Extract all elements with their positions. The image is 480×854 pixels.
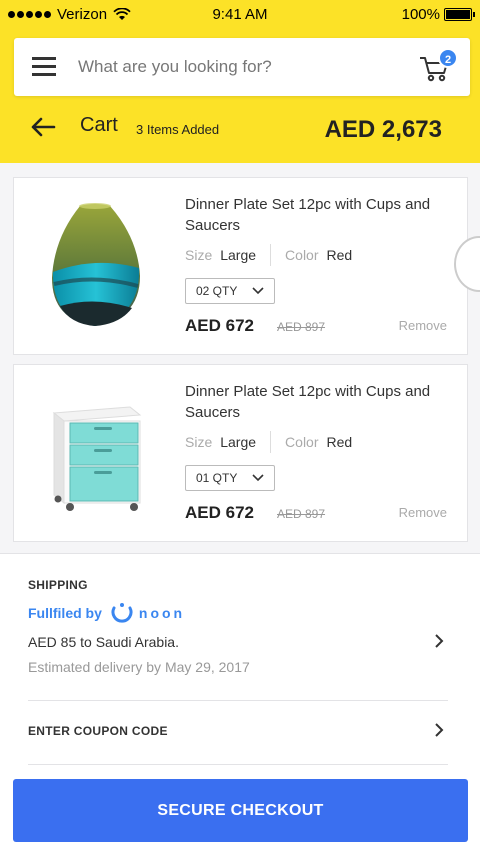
noon-wordmark: noon — [138, 605, 186, 621]
shipping-heading: SHIPPING — [28, 578, 88, 592]
cart-item: Dinner Plate Set 12pc with Cups and Sauc… — [13, 364, 468, 542]
back-arrow-icon[interactable] — [30, 116, 56, 138]
product-attributes: Size Large Color Red — [185, 244, 352, 266]
product-title[interactable]: Dinner Plate Set 12pc with Cups and Sauc… — [185, 194, 447, 236]
attribute-divider — [270, 244, 272, 266]
cart-count-badge: 2 — [438, 48, 458, 68]
color-label: Color — [285, 434, 319, 450]
product-price: AED 672 — [185, 503, 254, 522]
remove-button[interactable]: Remove — [399, 505, 447, 520]
quantity-select[interactable]: 01 QTY — [185, 465, 275, 491]
remove-button[interactable]: Remove — [399, 318, 447, 333]
shipping-price: AED 85 to Saudi Arabia. — [28, 634, 179, 650]
battery-status: 100% — [401, 6, 475, 23]
divider — [28, 764, 448, 765]
items-added-count: 3 Items Added — [136, 122, 220, 137]
divider — [28, 700, 448, 701]
chevron-down-icon — [252, 474, 264, 482]
fulfilled-by-label: Fullfiled by — [28, 605, 102, 621]
battery-percent: 100% — [401, 6, 440, 23]
chevron-down-icon — [252, 287, 264, 295]
quantity-select[interactable]: 02 QTY — [185, 278, 275, 304]
menu-icon[interactable] — [32, 57, 56, 76]
size-label: Size — [185, 247, 213, 263]
product-title[interactable]: Dinner Plate Set 12pc with Cups and Sauc… — [185, 381, 447, 423]
chevron-right-icon[interactable] — [434, 722, 444, 738]
quantity-value: 01 QTY — [196, 471, 238, 485]
cart-total: AED 2,673 — [324, 116, 442, 143]
product-old-price: AED 897 — [277, 507, 326, 521]
page-title: Cart — [80, 114, 118, 136]
status-bar: Verizon 9:41 AM 100% — [0, 0, 480, 30]
size-label: Size — [185, 434, 213, 450]
search-bar: 2 — [14, 38, 470, 96]
header: 2 Cart 3 Items Added AED 2,673 — [0, 30, 480, 163]
product-attributes: Size Large Color Red — [185, 431, 352, 453]
battery-icon — [444, 8, 475, 21]
size-value: Large — [220, 247, 257, 263]
product-price: AED 672 — [185, 316, 254, 335]
cart-item: Dinner Plate Set 12pc with Cups and Sauc… — [13, 177, 468, 355]
coupon-code-link[interactable]: ENTER COUPON CODE — [28, 724, 168, 738]
quantity-value: 02 QTY — [196, 284, 238, 298]
chevron-right-icon[interactable] — [434, 633, 444, 649]
search-input[interactable] — [78, 50, 408, 84]
noon-logo-icon — [111, 603, 133, 623]
product-old-price: AED 897 — [277, 320, 326, 334]
color-value: Red — [326, 434, 353, 450]
color-value: Red — [326, 247, 353, 263]
color-label: Color — [285, 247, 319, 263]
attribute-divider — [270, 431, 272, 453]
file-cabinet-image — [52, 406, 142, 511]
noon-logo: noon — [110, 602, 185, 624]
glass-vase-image — [52, 203, 140, 326]
secure-checkout-button[interactable]: SECURE CHECKOUT — [13, 779, 468, 842]
fulfilled-by: Fullfiled by noon — [28, 602, 185, 624]
delivery-estimate: Estimated delivery by May 29, 2017 — [28, 659, 250, 675]
size-value: Large — [220, 434, 257, 450]
